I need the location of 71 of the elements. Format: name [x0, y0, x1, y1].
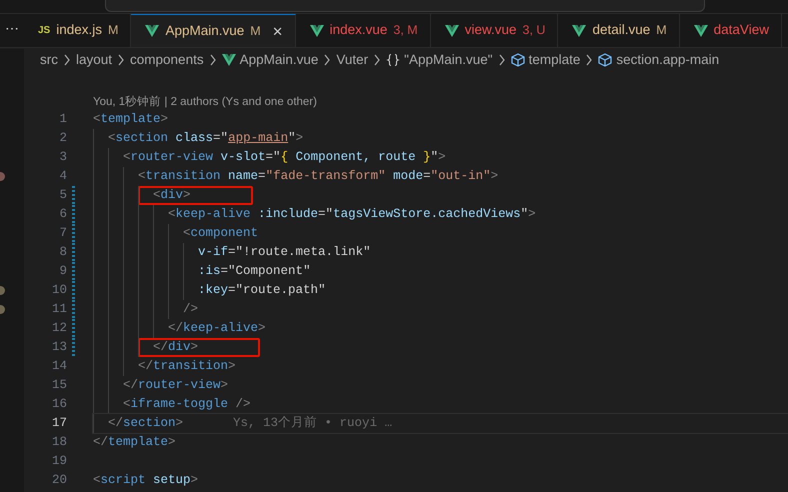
line-number: 3 [58, 149, 67, 166]
code-line: </template> [93, 434, 176, 451]
breadcrumb-item[interactable]: layout [76, 50, 112, 70]
line-number: 6 [58, 206, 67, 223]
chevron-icon [323, 54, 332, 66]
line-number: 5 [58, 187, 67, 204]
line-number: 7 [58, 225, 67, 242]
code-line: /> [182, 301, 198, 318]
blame-codelens[interactable]: You, 1秒钟前 | 2 authors (Ys and one other) [24, 94, 788, 110]
breadcrumb-item[interactable]: src [40, 50, 58, 70]
code-line: </keep-alive> [167, 320, 266, 337]
line-number: 19 [50, 453, 67, 470]
breadcrumb-label[interactable]: AppMain.vue [240, 50, 318, 70]
line-number: 1 [58, 111, 67, 128]
chevron-icon [498, 54, 506, 66]
code-line: <iframe-toggle /> [122, 396, 251, 413]
chevron-icon [63, 54, 71, 66]
breadcrumb-label[interactable]: template [528, 50, 580, 70]
code-line: <section class="app-main"> [107, 130, 304, 147]
line-number: 16 [50, 396, 67, 413]
line-number: 11 [50, 301, 67, 318]
line-number: 15 [50, 377, 67, 394]
code-line: </transition> [137, 358, 236, 375]
vue-logo-icon [310, 24, 324, 36]
vue-logo-icon [572, 24, 586, 36]
breadcrumb-label[interactable]: section.app-main [616, 50, 720, 70]
code-line: </div> [153, 340, 198, 355]
braces-icon [386, 53, 400, 67]
chevron-icon [208, 54, 217, 66]
code-line: </section> [107, 415, 184, 432]
code-line: <transition name="fade-transform" mode="out-in"> [137, 168, 498, 185]
vue-logo-icon [222, 54, 236, 66]
close-icon[interactable]: × [272, 22, 283, 40]
line-number: 4 [58, 168, 67, 185]
line-number: 13 [50, 339, 67, 356]
code-line: :key="route.path" [197, 282, 326, 299]
js-file-icon: JS [38, 23, 50, 38]
editor-tab[interactable]: index.vue 3, M [296, 14, 431, 47]
line-number: 2 [58, 130, 67, 147]
line-number: 10 [50, 282, 67, 299]
cube-icon [598, 53, 612, 67]
editor-tab[interactable]: AppMain.vue M × [131, 14, 296, 47]
line-number: 12 [50, 320, 67, 337]
breadcrumb-label[interactable]: "AppMain.vue" [404, 50, 493, 70]
line-number: 9 [58, 263, 67, 280]
chevron-icon [585, 54, 594, 66]
line-number: 8 [58, 244, 67, 261]
code-line: <router-view v-slot="{ Component, route }"> [122, 149, 446, 166]
code-line: <keep-alive :include="tagsViewStore.cachedViews"> [167, 206, 536, 223]
blame-annotation: Ys, 13个月前 • ruoyi … [233, 416, 392, 430]
code-line: <div> [153, 188, 191, 203]
vue-logo-icon [145, 25, 160, 37]
vue-logo-icon [694, 24, 708, 36]
code-line: :is="Component" [197, 263, 311, 280]
editor-tab[interactable]: view.vue 3, U [430, 14, 558, 47]
code-line: v-if="!route.meta.link" [197, 244, 371, 261]
line-number: 14 [50, 358, 67, 375]
code-line: <component [182, 225, 258, 242]
code-line: <script setup> [93, 472, 198, 489]
vue-logo-icon [444, 24, 459, 36]
chevron-icon [373, 54, 382, 66]
code-line: <template> [93, 111, 168, 128]
editor-tab[interactable]: dataView [680, 14, 782, 47]
chevron-icon [117, 54, 126, 66]
line-number: 18 [50, 434, 67, 451]
breadcrumb-item[interactable]: Vuter [336, 50, 368, 70]
code-line: </router-view> [122, 377, 228, 394]
cube-icon [510, 53, 525, 67]
line-number: 17 [50, 415, 67, 432]
breadcrumb-item[interactable]: components [130, 50, 204, 70]
line-number: 20 [50, 472, 67, 489]
